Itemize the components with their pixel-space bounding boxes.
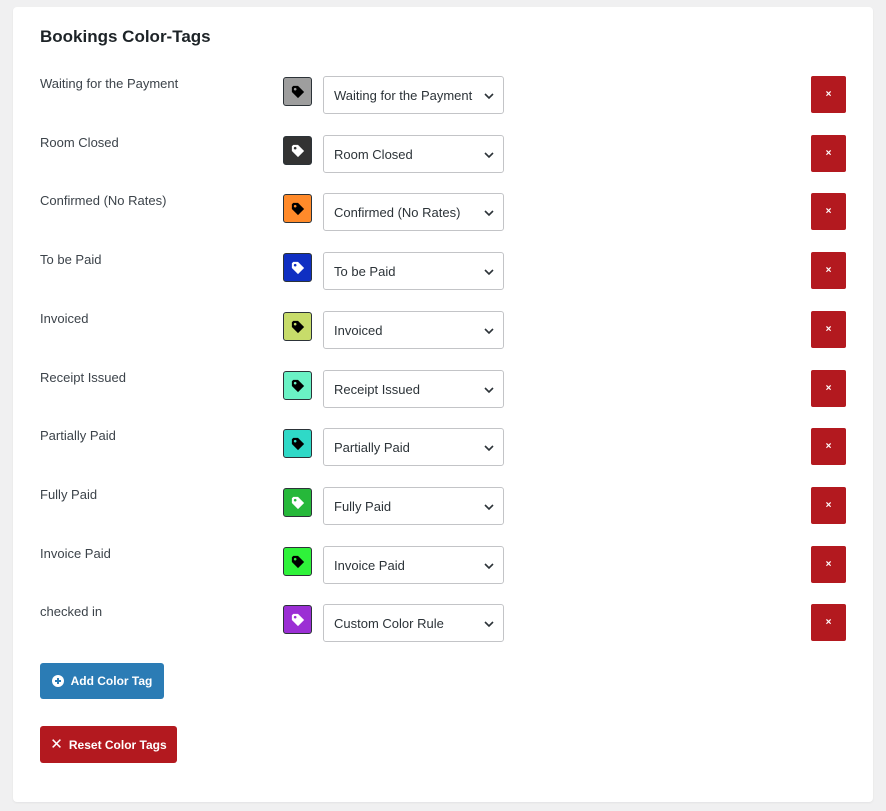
color-tag-row: Partially Paid Partially Paid × [13,428,873,467]
delete-icon: × [825,265,832,276]
color-swatch[interactable] [283,136,312,165]
color-swatch[interactable] [283,605,312,634]
color-swatch[interactable] [283,253,312,282]
color-tag-row: Fully Paid Fully Paid × [13,487,873,526]
status-select-value: Invoiced [334,322,383,338]
chevron-down-icon [484,387,494,394]
delete-tag-button[interactable]: × [811,604,846,641]
chevron-down-icon [484,269,494,276]
status-select-value: Confirmed (No Rates) [334,204,461,220]
delete-icon: × [825,148,832,159]
color-swatch[interactable] [283,77,312,106]
delete-icon: × [825,441,832,452]
delete-tag-button[interactable]: × [811,428,846,465]
reset-color-tags-button[interactable]: ✕ Reset Color Tags [40,726,177,763]
color-tag-row: Room Closed Room Closed × [13,135,873,174]
delete-tag-button[interactable]: × [811,193,846,230]
delete-tag-button[interactable]: × [811,311,846,348]
tag-icon [291,202,304,215]
color-tag-row: Waiting for the Payment Waiting for the P… [13,76,873,115]
delete-icon: × [825,89,832,100]
status-select[interactable]: Invoiced [323,311,504,349]
color-swatch[interactable] [283,312,312,341]
color-tag-label: Invoice Paid [40,546,111,561]
chevron-down-icon [484,445,494,452]
add-color-tag-button[interactable]: Add Color Tag [40,663,164,699]
status-select[interactable]: Confirmed (No Rates) [323,193,504,231]
color-tag-label: Invoiced [40,311,89,326]
chevron-down-icon [484,93,494,100]
color-tag-row: To be Paid To be Paid × [13,252,873,291]
color-tag-label: Confirmed (No Rates) [40,193,167,208]
color-tag-row: Invoice Paid Invoice Paid × [13,546,873,585]
delete-icon: × [825,559,832,570]
color-swatch[interactable] [283,429,312,458]
status-select[interactable]: To be Paid [323,252,504,290]
status-select-value: Invoice Paid [334,557,405,573]
status-select-value: Partially Paid [334,439,410,455]
close-icon: ✕ [50,736,63,753]
color-tags-panel: Bookings Color-Tags Waiting for the Paym… [13,7,873,802]
status-select[interactable]: Receipt Issued [323,370,504,408]
reset-color-tags-label: Reset Color Tags [68,737,167,752]
color-swatch[interactable] [283,488,312,517]
delete-tag-button[interactable]: × [811,135,846,172]
delete-tag-button[interactable]: × [811,252,846,289]
color-tag-label: Waiting for the Payment [40,76,179,91]
add-color-tag-label: Add Color Tag [70,674,153,688]
color-swatch[interactable] [283,371,312,400]
page-title: Bookings Color-Tags [40,27,211,46]
delete-tag-button[interactable]: × [811,76,846,113]
tag-icon [291,437,304,450]
color-tag-row: Receipt Issued Receipt Issued × [13,370,873,409]
status-select[interactable]: Fully Paid [323,487,504,525]
status-select[interactable]: Invoice Paid [323,546,504,584]
tag-icon [291,555,304,568]
plus-circle-icon [51,675,64,687]
delete-icon: × [825,383,832,394]
status-select-value: Fully Paid [334,498,392,514]
color-tag-label: To be Paid [40,252,102,267]
color-swatch[interactable] [283,194,312,223]
status-select-value: Waiting for the Payment [334,87,473,103]
chevron-down-icon [484,328,494,335]
tag-icon [291,379,304,392]
status-select-value: Custom Color Rule [334,615,444,631]
color-tag-row: Invoiced Invoiced × [13,311,873,350]
status-select[interactable]: Room Closed [323,135,504,173]
status-select-value: To be Paid [334,263,396,279]
delete-icon: × [825,206,832,217]
tag-icon [291,496,304,509]
tag-icon [291,144,304,157]
color-tag-row: checked in Custom Color Rule × [13,604,873,643]
delete-tag-button[interactable]: × [811,546,846,583]
chevron-down-icon [484,210,494,217]
tag-icon [291,320,304,333]
tag-icon [291,85,304,98]
chevron-down-icon [484,152,494,159]
status-select-value: Receipt Issued [334,381,420,397]
tag-icon [291,613,304,626]
color-swatch[interactable] [283,547,312,576]
chevron-down-icon [484,563,494,570]
color-tag-label: Receipt Issued [40,370,126,385]
delete-tag-button[interactable]: × [811,370,846,407]
status-select-value: Room Closed [334,146,413,162]
delete-icon: × [825,617,832,628]
color-tag-label: Fully Paid [40,487,98,502]
chevron-down-icon [484,621,494,628]
color-tag-label: Room Closed [40,135,119,150]
chevron-down-icon [484,504,494,511]
status-select[interactable]: Custom Color Rule [323,604,504,642]
delete-tag-button[interactable]: × [811,487,846,524]
tag-icon [291,261,304,274]
status-select[interactable]: Waiting for the Payment [323,76,504,114]
color-tag-label: checked in [40,604,103,619]
color-tag-label: Partially Paid [40,428,116,443]
color-tag-row: Confirmed (No Rates) Confirmed (No Rates)… [13,193,873,232]
status-select[interactable]: Partially Paid [323,428,504,466]
delete-icon: × [825,324,832,335]
delete-icon: × [825,500,832,511]
